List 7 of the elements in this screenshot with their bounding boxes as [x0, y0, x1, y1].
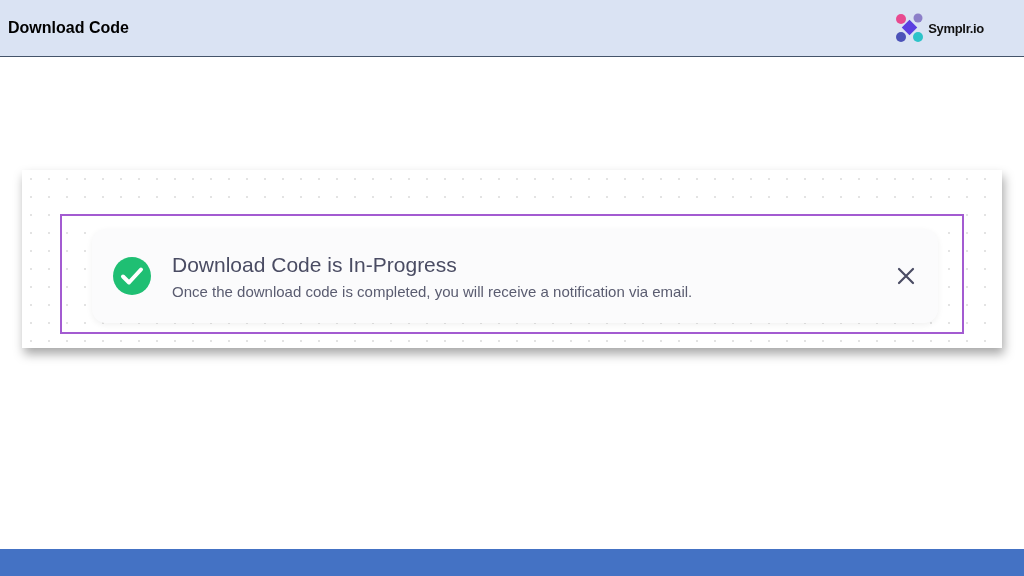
- logo-text: Symplr.io: [928, 20, 984, 36]
- close-icon: [896, 266, 916, 286]
- logo-icon: [895, 13, 926, 43]
- toast-message: Once the download code is completed, you will receive a notification via email.: [172, 282, 694, 300]
- page-title: Download Code: [8, 19, 129, 37]
- toast-title: Download Code is In-Progress: [172, 252, 458, 277]
- check-circle-icon: [112, 256, 152, 296]
